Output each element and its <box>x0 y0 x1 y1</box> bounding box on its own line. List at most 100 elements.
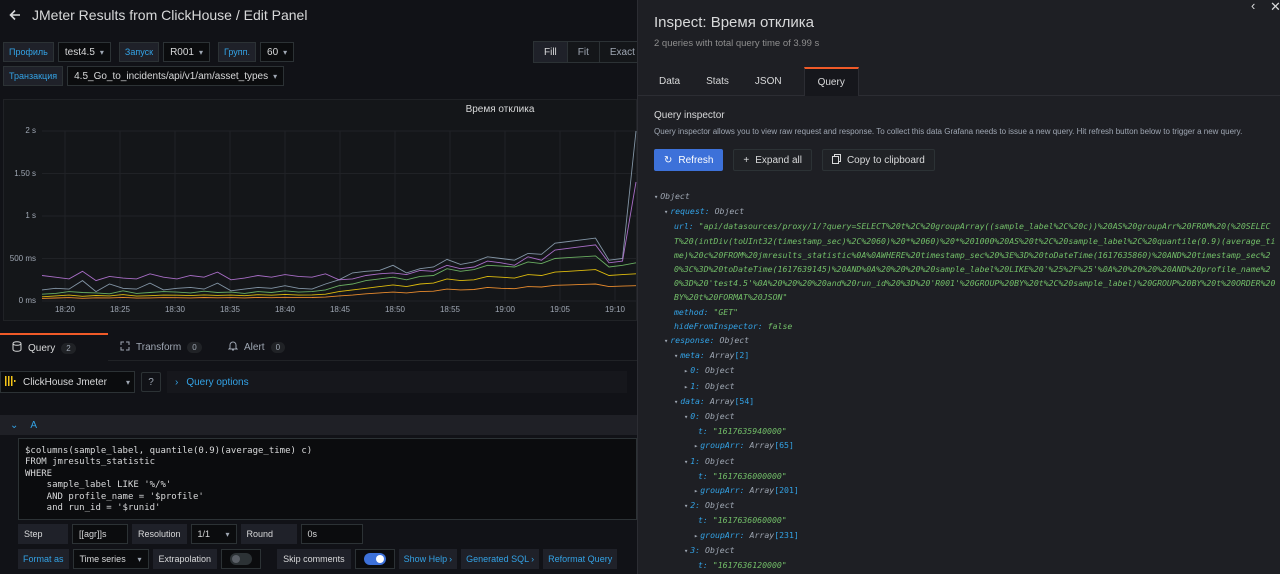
query-row-header[interactable]: ⌄ A <box>0 415 637 435</box>
tab-transform[interactable]: Transform 0 <box>108 333 216 361</box>
node-key: t: <box>698 426 708 437</box>
node-value: "1617636000000" <box>712 470 787 481</box>
close-icon[interactable]: ✕ <box>1270 0 1280 15</box>
tab-query[interactable]: Query 2 <box>0 333 108 361</box>
copy-to-clipboard-button[interactable]: Copy to clipboard <box>821 149 935 171</box>
url-value: url: "api/datasources/proxy/1/?query=SEL… <box>674 219 1278 304</box>
x-tick-label: 18:30 <box>164 305 186 314</box>
show-help-button[interactable]: Show Help › <box>398 549 458 569</box>
help-icon[interactable]: ? <box>141 372 161 392</box>
tree-node[interactable]: ▸ groupArr: Array[65] <box>654 438 1278 453</box>
tree-node[interactable]: ▾ 3: Object <box>654 543 1278 558</box>
caret-right-icon: ▸ <box>684 367 689 376</box>
copy-label: Copy to clipboard <box>846 154 925 166</box>
panel-editor: JMeter Results from ClickHouse / Edit Pa… <box>0 0 637 574</box>
tree-node[interactable]: ▾ 0: Object <box>654 409 1278 424</box>
query-options-row-2: Format as Time series ▾ Extrapolation Ski… <box>18 549 618 569</box>
plus-icon: + <box>743 154 750 166</box>
node-type: Object <box>719 335 750 346</box>
caret-down-icon: ▾ <box>664 337 669 346</box>
tab-json[interactable]: JSON <box>742 67 795 96</box>
tree-node: hideFromInspector: false <box>654 319 1278 333</box>
tree-node[interactable]: ▸ 1: Object <box>654 379 1278 394</box>
resolution-select[interactable]: 1/1 ▾ <box>190 524 237 544</box>
tree-node: t: "1617635940000" <box>654 424 1278 438</box>
y-tick-label: 0 ms <box>18 296 36 305</box>
response-time-chart <box>41 130 637 302</box>
tree-node[interactable]: ▾ response: Object <box>654 333 1278 348</box>
inspect-drawer: ‹ ✕ Inspect: Время отклика 2 queries wit… <box>637 0 1280 574</box>
step-input[interactable]: [[agr]]s <box>72 524 128 544</box>
node-type: Object <box>705 500 735 511</box>
node-key: groupArr: <box>700 529 745 540</box>
bell-icon <box>227 340 239 354</box>
inspector-buttons: ↻ Refresh + Expand all Copy to clipboard <box>654 149 935 171</box>
skip-comments-toggle[interactable] <box>363 553 386 565</box>
datasource-picker[interactable]: ClickHouse Jmeter ▾ <box>0 371 135 393</box>
tab-alert[interactable]: Alert 0 <box>216 333 324 361</box>
format-select[interactable]: Time series ▾ <box>72 549 149 569</box>
tab-label: Transform <box>136 341 182 353</box>
caret-right-icon: ▸ <box>684 382 689 391</box>
caret-right-icon: ▸ <box>694 531 699 540</box>
generated-sql-button[interactable]: Generated SQL › <box>461 549 540 569</box>
step-value: [[agr]]s <box>79 529 107 539</box>
tab-query-inspect[interactable]: Query <box>803 67 859 96</box>
node-key: 0: <box>690 365 701 376</box>
extrapolation-toggle[interactable] <box>230 553 253 565</box>
tree-node[interactable]: ▾ request: Object <box>654 204 1278 219</box>
sql-editor[interactable]: $columns(sample_label, quantile(0.9)(ave… <box>18 438 637 520</box>
datasource-name: ClickHouse Jmeter <box>23 376 107 388</box>
skip-comments-label: Skip comments <box>277 549 351 569</box>
node-length: [201] <box>774 485 799 496</box>
node-key: meta: <box>680 350 705 361</box>
tree-node: t: "1617636060000" <box>654 513 1278 527</box>
round-value: 0s <box>307 529 318 539</box>
tree-node[interactable]: ▾ Object <box>654 189 1278 204</box>
node-value: "1617636120000" <box>712 560 787 571</box>
chevron-left-icon[interactable]: ‹ <box>1251 0 1255 13</box>
tree-node[interactable]: ▾ 1: Object <box>654 454 1278 469</box>
extrapolation-label: Extrapolation <box>152 549 218 569</box>
inspect-subtitle: 2 queries with total query time of 3.99 … <box>654 38 820 49</box>
caret-down-icon: ▾ <box>674 352 679 361</box>
tree-node[interactable]: ▸ groupArr: Array[231] <box>654 528 1278 543</box>
tree-node: method: "GET" <box>654 305 1278 319</box>
x-tick-label: 18:20 <box>54 305 76 314</box>
caret-down-icon: ▾ <box>684 413 689 422</box>
refresh-button[interactable]: ↻ Refresh <box>654 149 724 171</box>
count-badge: 0 <box>270 341 286 353</box>
tree-node[interactable]: ▾ data: Array[54] <box>654 394 1278 409</box>
tree-node[interactable]: ▾ meta: Array[2] <box>654 348 1278 363</box>
transform-icon <box>120 341 130 354</box>
caret-down-icon: ▾ <box>664 208 669 217</box>
expand-all-button[interactable]: + Expand all <box>733 149 812 171</box>
database-icon <box>12 341 22 355</box>
reformat-query-button[interactable]: Reformat Query <box>543 549 618 569</box>
x-tick-label: 18:35 <box>219 305 241 314</box>
step-label: Step <box>18 524 68 544</box>
refresh-label: Refresh <box>678 154 714 166</box>
chevron-down-icon: ⌄ <box>10 419 19 431</box>
tree-node[interactable]: ▸ groupArr: Array[201] <box>654 483 1278 498</box>
y-tick-label: 500 ms <box>9 253 36 263</box>
resolution-value: 1/1 <box>197 529 211 539</box>
node-length: [54] <box>734 395 755 406</box>
node-value: "api/datasources/proxy/1/?query=SELECT%2… <box>674 221 1276 303</box>
y-tick-label: 2 s <box>25 126 36 135</box>
tab-data[interactable]: Data <box>646 67 693 96</box>
node-type: Object <box>705 411 735 422</box>
query-ref-id: A <box>30 419 38 431</box>
caret-down-icon: ▾ <box>684 502 689 511</box>
x-tick-label: 18:25 <box>109 305 131 314</box>
tab-stats[interactable]: Stats <box>693 67 742 96</box>
node-key: method: <box>674 306 709 317</box>
query-options[interactable]: › Query options <box>167 371 627 393</box>
tree-node[interactable]: ▸ 0: Object <box>654 363 1278 378</box>
tree-node[interactable]: ▾ 2: Object <box>654 498 1278 513</box>
node-key: hideFromInspector: <box>674 320 763 331</box>
node-value: false <box>767 320 793 331</box>
caret-right-icon: › <box>531 554 535 564</box>
node-type: Object <box>705 380 735 391</box>
round-input[interactable]: 0s <box>300 524 363 544</box>
